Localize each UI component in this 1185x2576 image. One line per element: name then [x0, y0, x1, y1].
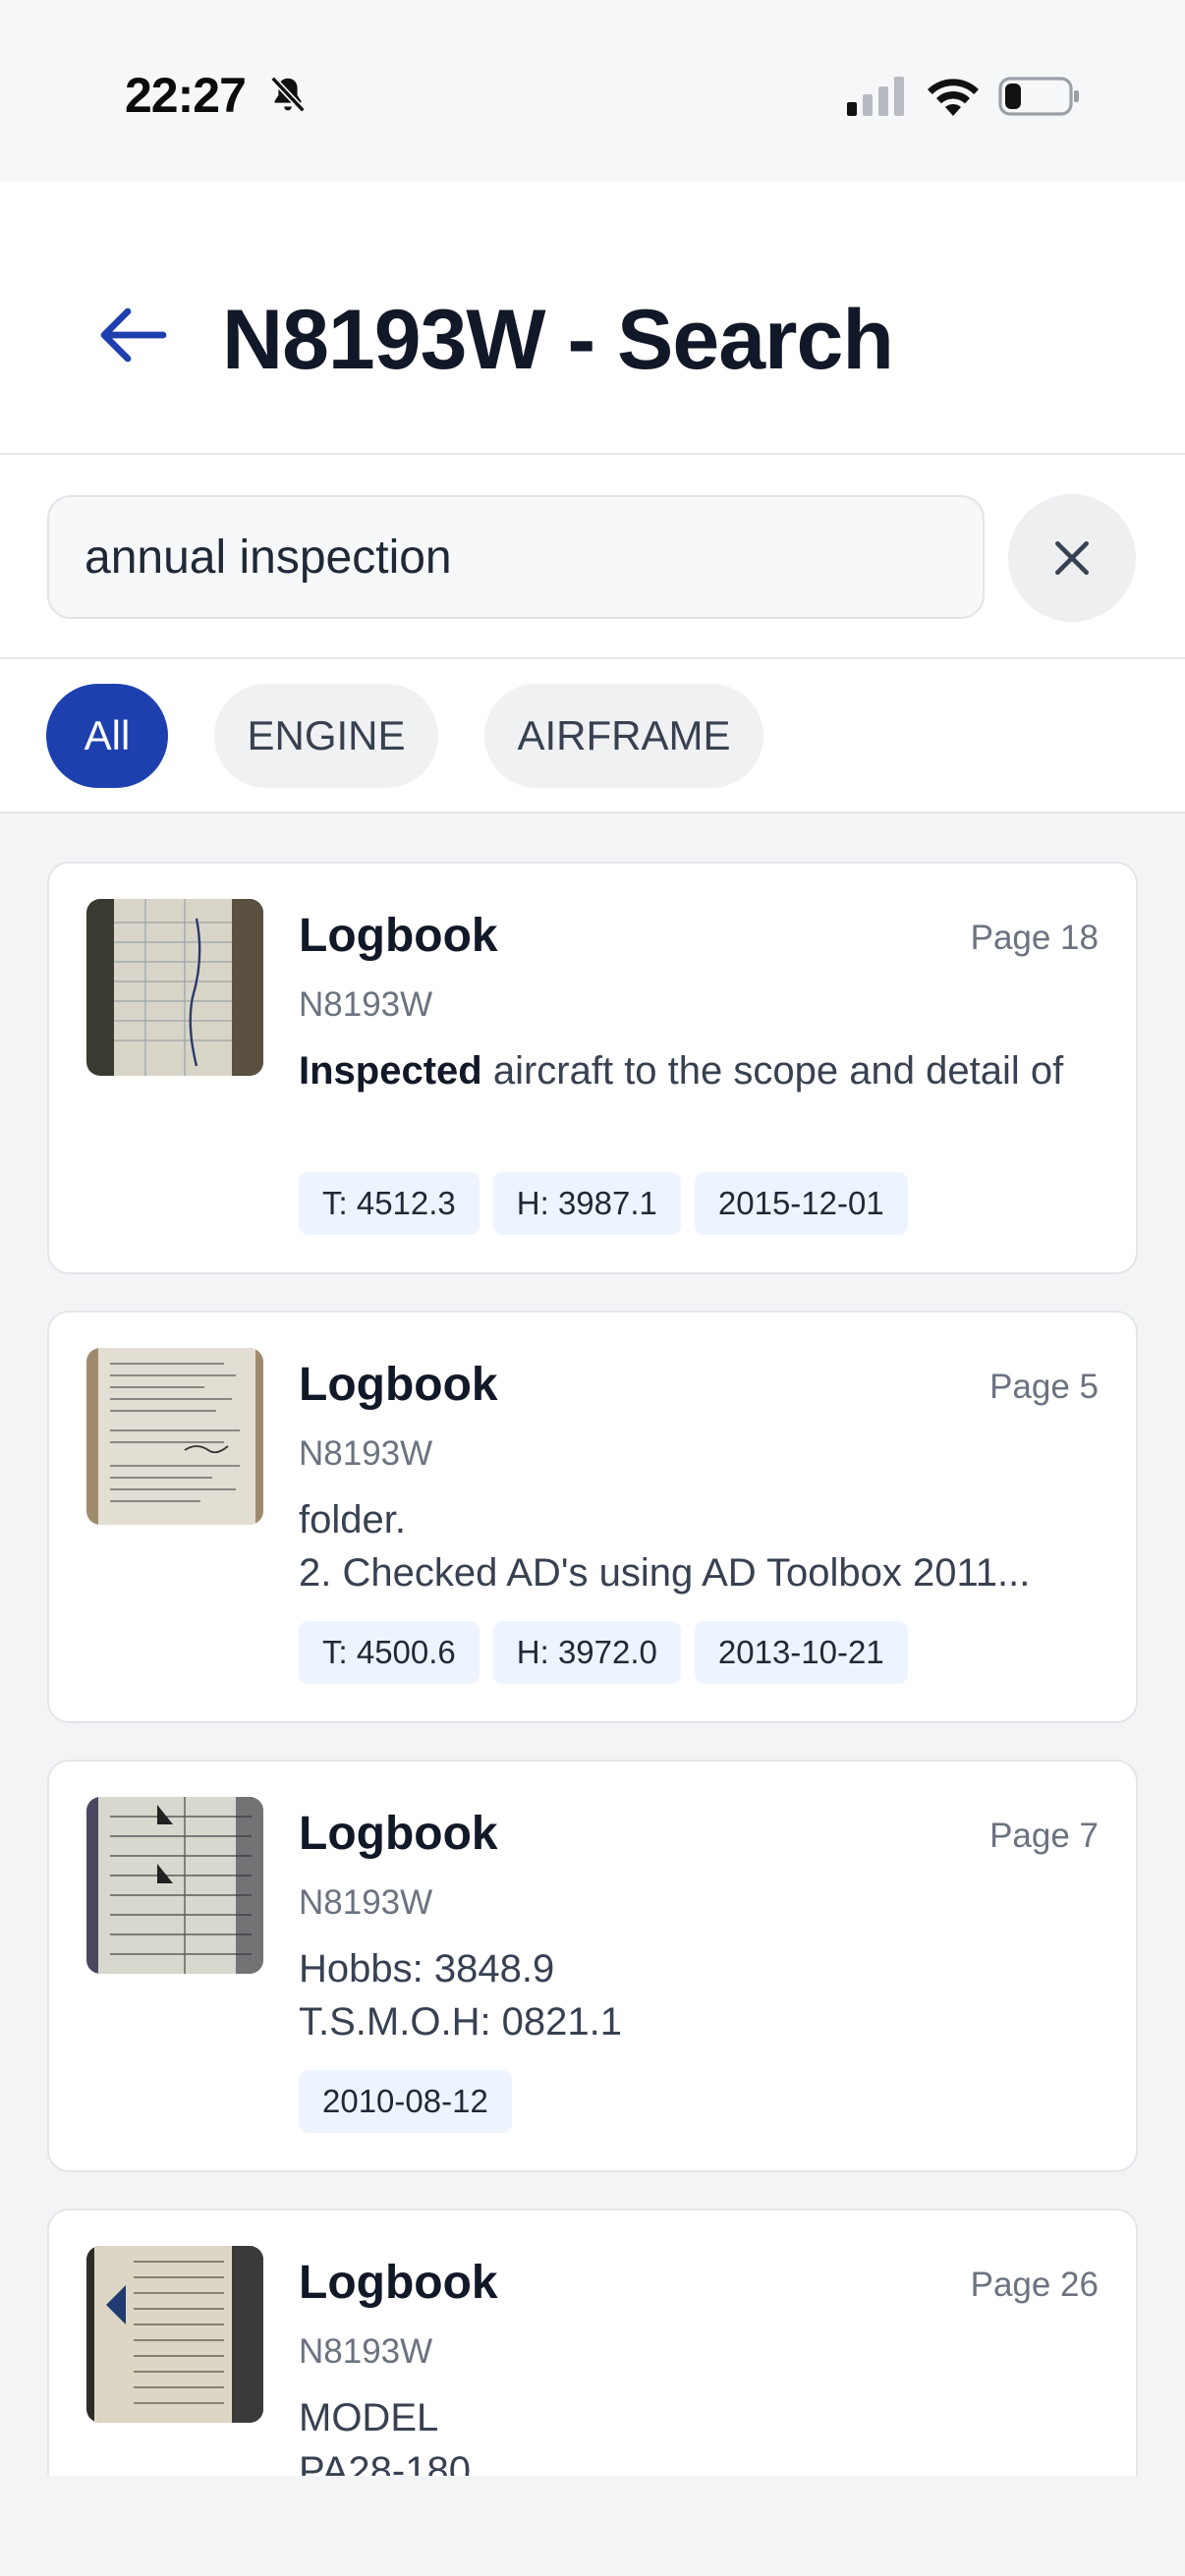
snippet-line: MODEL [299, 2396, 439, 2439]
result-snippet: Inspected aircraft to the scope and deta… [299, 1044, 1110, 1097]
filter-chip-all[interactable]: All [46, 684, 168, 788]
result-page-number: Page 7 [989, 1817, 1099, 1855]
snippet-line: PA28-180 [299, 2449, 471, 2476]
logbook-page-thumbnail [86, 899, 263, 1076]
result-page-number: Page 26 [970, 2266, 1099, 2304]
hobbs-time-tag: H: 3987.1 [492, 1172, 681, 1235]
result-tail-number: N8193W [299, 985, 433, 1024]
close-icon [1054, 540, 1090, 576]
snippet-line: folder. [299, 1498, 406, 1541]
result-tags: T: 4512.3 H: 3987.1 2015-12-01 [299, 1172, 908, 1235]
status-bar: 22:27 [0, 0, 1185, 182]
arrow-left-icon[interactable] [98, 306, 169, 364]
result-tail-number: N8193W [299, 1883, 433, 1922]
tach-time-tag: T: 4500.6 [299, 1621, 480, 1684]
result-tail-number: N8193W [299, 2332, 433, 2371]
result-tags: 2010-08-12 [299, 2070, 512, 2133]
date-tag: 2015-12-01 [694, 1172, 908, 1235]
result-card[interactable]: Logbook Page 26 N8193W MODEL PA28-180 [47, 2209, 1138, 2476]
filter-chips: All ENGINE AIRFRAME [0, 659, 1185, 813]
result-card[interactable]: Logbook Page 7 N8193W Hobbs: 3848.9 T.S.… [47, 1760, 1138, 2172]
date-tag: 2013-10-21 [694, 1621, 908, 1684]
result-snippet: folder. 2. Checked AD's using AD Toolbox… [299, 1493, 1110, 1599]
bell-slash-icon [270, 76, 306, 113]
status-time: 22:27 [125, 68, 247, 123]
result-tags: T: 4500.6 H: 3972.0 2013-10-21 [299, 1621, 908, 1684]
snippet-line: Hobbs: 3848.9 [299, 1947, 555, 1990]
logbook-page-thumbnail [86, 1348, 263, 1525]
battery-icon [998, 77, 1079, 116]
result-title: Logbook [299, 2257, 498, 2309]
cellular-signal-icon [847, 77, 904, 116]
filter-chip-airframe[interactable]: AIRFRAME [484, 684, 763, 788]
result-snippet: Hobbs: 3848.9 T.S.M.O.H: 0821.1 [299, 1942, 1110, 2048]
snippet-line: T.S.M.O.H: 0821.1 [299, 2000, 623, 2044]
result-page-number: Page 5 [989, 1368, 1099, 1406]
logbook-page-thumbnail [86, 1797, 263, 1974]
filter-chip-engine[interactable]: ENGINE [214, 684, 438, 788]
date-tag: 2010-08-12 [299, 2070, 512, 2133]
page-title: N8193W - Search [222, 293, 894, 387]
search-bar [0, 455, 1185, 659]
result-page-number: Page 18 [970, 919, 1099, 957]
results-list: Logbook Page 18 N8193W Inspected aircraf… [0, 813, 1185, 2476]
hobbs-time-tag: H: 3972.0 [492, 1621, 681, 1684]
result-title: Logbook [299, 910, 498, 962]
snippet-highlight: Inspected [299, 1049, 482, 1092]
header: N8193W - Search [0, 182, 1185, 455]
bottom-safe-area [0, 2476, 1185, 2576]
search-input[interactable] [47, 495, 985, 619]
snippet-text: aircraft to the scope and detail of [481, 1049, 1064, 1092]
result-title: Logbook [299, 1808, 498, 1860]
result-title: Logbook [299, 1359, 498, 1411]
wifi-icon [928, 79, 979, 116]
tach-time-tag: T: 4512.3 [299, 1172, 480, 1235]
result-card[interactable]: Logbook Page 5 N8193W folder. 2. Checked… [47, 1311, 1138, 1723]
result-card[interactable]: Logbook Page 18 N8193W Inspected aircraf… [47, 862, 1138, 1274]
result-snippet: MODEL PA28-180 [299, 2391, 1110, 2476]
snippet-line: 2. Checked AD's using AD Toolbox 2011... [299, 1551, 1031, 1595]
result-tail-number: N8193W [299, 1434, 433, 1473]
clear-search-button[interactable] [1008, 494, 1136, 622]
logbook-page-thumbnail [86, 2246, 263, 2423]
